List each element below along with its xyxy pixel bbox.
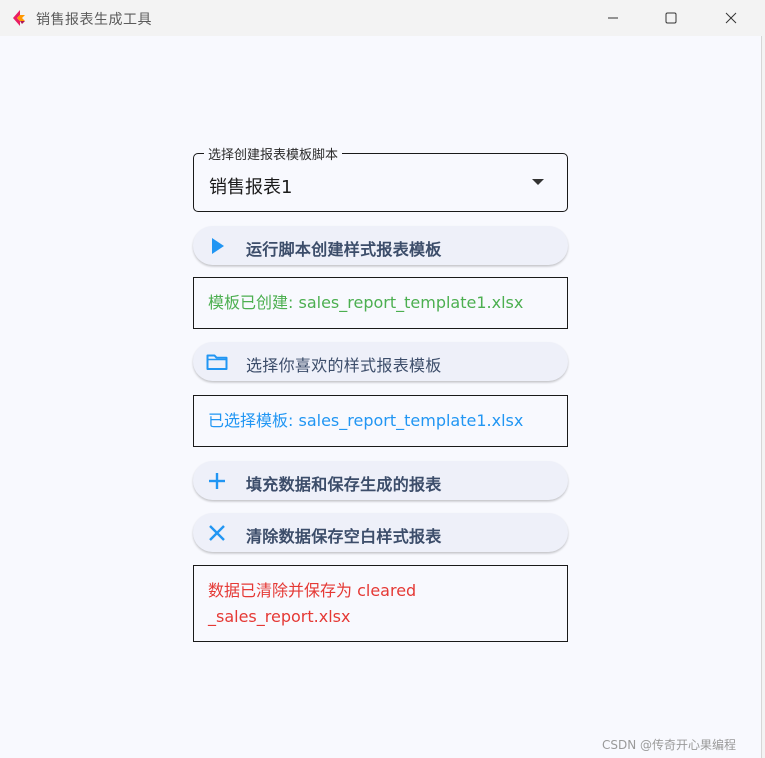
- template-created-status: 模板已创建: sales_report_template1.xlsx: [193, 277, 568, 329]
- fill-save-report-button[interactable]: 填充数据和保存生成的报表: [193, 461, 568, 500]
- run-script-button[interactable]: 运行脚本创建样式报表模板: [193, 226, 568, 265]
- fill-save-report-label: 填充数据和保存生成的报表: [246, 475, 442, 494]
- app-window: 销售报表生成工具 选择创建报表模板脚本 销售报表1 运行脚本创建样式报表模板 模…: [0, 0, 762, 758]
- minimize-button[interactable]: [590, 0, 636, 36]
- data-cleared-text: 数据已清除并保存为 cleared_sales_report.xlsx: [208, 580, 417, 626]
- flutter-logo-icon: [13, 10, 25, 26]
- run-script-label: 运行脚本创建样式报表模板: [246, 240, 442, 259]
- close-icon: [209, 525, 225, 541]
- play-icon: [212, 238, 224, 254]
- choose-template-label: 选择你喜欢的样式报表模板: [246, 356, 442, 375]
- clear-save-report-label: 清除数据保存空白样式报表: [246, 527, 442, 546]
- window-title: 销售报表生成工具: [36, 12, 152, 28]
- csdn-watermark: CSDN @传奇开心果编程: [602, 738, 737, 752]
- window-close-button[interactable]: [708, 0, 754, 36]
- dropdown-legend: 选择创建报表模板脚本: [204, 144, 343, 163]
- template-created-text: 模板已创建: sales_report_template1.xlsx: [208, 293, 524, 312]
- minimize-icon: [608, 17, 618, 19]
- choose-template-button[interactable]: 选择你喜欢的样式报表模板: [193, 342, 568, 381]
- plus-icon: [209, 473, 225, 489]
- window-close-icon: [725, 12, 737, 24]
- template-script-dropdown[interactable]: 选择创建报表模板脚本 销售报表1: [193, 144, 568, 212]
- template-selected-text: 已选择模板: sales_report_template1.xlsx: [208, 411, 524, 430]
- template-selected-status: 已选择模板: sales_report_template1.xlsx: [193, 395, 568, 447]
- dropdown-arrow-icon: [532, 179, 544, 185]
- maximize-button[interactable]: [648, 0, 694, 36]
- folder-icon: [206, 354, 228, 370]
- dropdown-selected-value: 销售报表1: [209, 177, 293, 198]
- title-bar[interactable]: 销售报表生成工具: [0, 0, 762, 36]
- clear-save-report-button[interactable]: 清除数据保存空白样式报表: [193, 513, 568, 552]
- data-cleared-status: 数据已清除并保存为 cleared_sales_report.xlsx: [193, 565, 568, 642]
- main-content: 选择创建报表模板脚本 销售报表1 运行脚本创建样式报表模板 模板已创建: sal…: [0, 36, 762, 758]
- maximize-icon: [665, 12, 677, 24]
